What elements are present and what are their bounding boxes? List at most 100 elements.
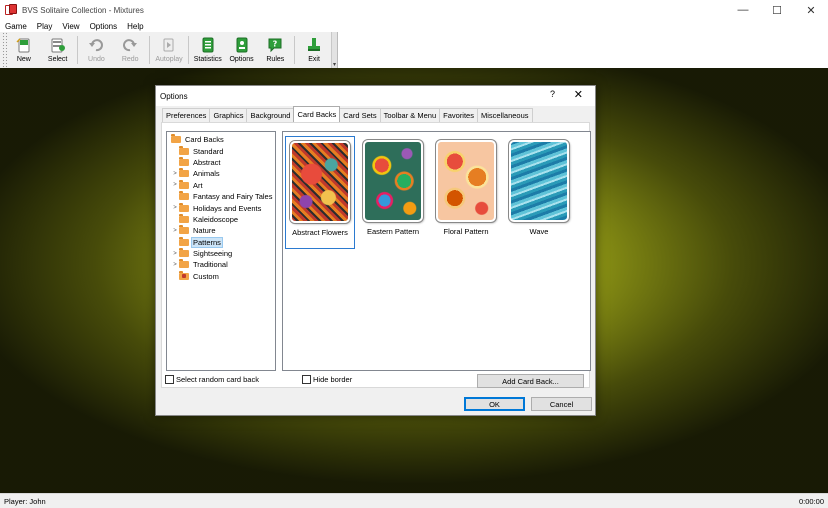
expand-arrow-icon[interactable]: > xyxy=(171,251,179,257)
tree-item[interactable]: > Art xyxy=(167,179,275,191)
tree-item[interactable]: > Nature xyxy=(167,225,275,236)
redo-button[interactable]: Redo xyxy=(113,32,147,68)
card-back-image xyxy=(509,140,569,222)
autoplay-label: Autoplay xyxy=(155,56,183,63)
undo-icon xyxy=(88,37,104,53)
tree-item-label: Fantasy and Fairy Tales xyxy=(193,192,273,202)
tree-item[interactable]: Standard xyxy=(167,145,275,156)
folder-icon xyxy=(179,202,189,212)
folder-icon xyxy=(179,145,189,155)
folder-icon xyxy=(179,213,189,223)
menu-options[interactable]: Options xyxy=(85,22,123,31)
rules-button[interactable]: ? Rules xyxy=(258,32,292,68)
card-back-option[interactable]: Eastern Pattern xyxy=(358,136,428,249)
autoplay-icon xyxy=(161,37,177,53)
toolbar: New Select Undo Redo Autoplay Statistics xyxy=(0,32,338,68)
tree-item-label: Custom xyxy=(193,271,219,281)
cancel-button[interactable]: Cancel xyxy=(531,397,592,411)
card-backs-page: Card Backs Standard Abstract > Animals > Art Fa… xyxy=(161,122,591,388)
card-back-option[interactable]: Wave xyxy=(504,136,574,249)
dialog-title: Options xyxy=(160,91,188,101)
add-card-back-button[interactable]: Add Card Back... xyxy=(477,374,584,388)
options-tabs: Preferences Graphics Background Card Bac… xyxy=(162,106,533,122)
rules-help-icon: ? xyxy=(267,37,283,53)
minimize-button[interactable]: — xyxy=(726,0,760,20)
folder-icon xyxy=(179,179,189,189)
tab-graphics[interactable]: Graphics xyxy=(209,108,248,122)
statistics-button[interactable]: Statistics xyxy=(191,32,225,68)
folder-icon xyxy=(179,270,189,280)
card-back-option[interactable]: Abstract Flowers xyxy=(285,136,355,249)
toolbar-overflow-chevron[interactable]: ▾ xyxy=(331,32,337,68)
random-card-back-option[interactable]: Select random card back xyxy=(165,375,259,384)
title-bar: BVS Solitaire Collection - Mixtures — ☐ … xyxy=(0,0,828,20)
undo-button[interactable]: Undo xyxy=(80,32,114,68)
maximize-button[interactable]: ☐ xyxy=(760,0,794,20)
new-game-icon xyxy=(16,37,32,53)
dialog-help-button[interactable]: ? xyxy=(550,89,555,99)
hide-border-label: Hide border xyxy=(313,375,353,384)
tree-item[interactable]: Card Backs xyxy=(167,134,275,145)
exit-button[interactable]: Exit xyxy=(297,32,331,68)
tree-item[interactable]: > Sightseeing xyxy=(167,248,275,259)
select-button[interactable]: Select xyxy=(41,32,75,68)
folder-icon xyxy=(179,191,189,201)
options-button[interactable]: Options xyxy=(225,32,259,68)
tab-miscellaneous[interactable]: Miscellaneous xyxy=(476,108,533,122)
exit-icon xyxy=(306,37,322,53)
new-button[interactable]: New xyxy=(7,32,41,68)
tab-favorites[interactable]: Favorites xyxy=(439,108,478,122)
new-label: New xyxy=(16,56,31,63)
tree-item-label: Animals xyxy=(193,169,220,179)
expand-arrow-icon[interactable]: > xyxy=(171,171,179,177)
tab-card-backs[interactable]: Card Backs xyxy=(293,106,341,122)
statistics-icon xyxy=(200,37,216,53)
tree-item[interactable]: Abstract xyxy=(167,156,275,168)
menu-bar: Game Play View Options Help xyxy=(0,20,828,32)
game-timer: 0:00:00 xyxy=(798,496,824,506)
tree-item[interactable]: Fantasy and Fairy Tales xyxy=(167,191,275,202)
toolbar-empty-area xyxy=(339,32,828,68)
tree-item[interactable]: > Traditional xyxy=(167,259,275,270)
expand-arrow-icon[interactable]: > xyxy=(171,205,179,211)
tree-item[interactable]: Kaleidoscope xyxy=(167,213,275,225)
category-tree[interactable]: Card Backs Standard Abstract > Animals > Art Fa… xyxy=(166,131,276,371)
player-status: Player: John xyxy=(4,496,46,506)
tree-item[interactable]: > Animals xyxy=(167,168,275,179)
ok-button[interactable]: OK xyxy=(464,397,525,411)
tab-toolbar-menu[interactable]: Toolbar & Menu xyxy=(379,108,441,122)
close-button[interactable]: ✕ xyxy=(794,0,828,20)
tree-item[interactable]: Patterns xyxy=(167,236,275,248)
folder-icon xyxy=(179,236,189,246)
card-back-image xyxy=(436,140,496,222)
expand-arrow-icon[interactable]: > xyxy=(171,182,179,188)
menu-play[interactable]: Play xyxy=(32,22,58,31)
dialog-close-button[interactable]: ✕ xyxy=(574,88,583,101)
status-bar: Player: John 0:00:00 xyxy=(0,493,828,508)
hide-border-option[interactable]: Hide border xyxy=(302,375,352,384)
redo-label: Redo xyxy=(121,56,139,63)
app-cards-icon xyxy=(5,4,17,16)
tree-item[interactable]: Custom xyxy=(167,270,275,282)
tree-item-label: Sightseeing xyxy=(193,249,233,259)
autoplay-button[interactable]: Autoplay xyxy=(152,32,186,68)
tab-preferences[interactable]: Preferences xyxy=(162,108,211,122)
menu-view[interactable]: View xyxy=(57,22,84,31)
random-card-back-checkbox[interactable] xyxy=(165,375,174,384)
hide-border-checkbox[interactable] xyxy=(302,375,311,384)
card-back-option[interactable]: Floral Pattern xyxy=(431,136,501,249)
card-back-label: Abstract Flowers xyxy=(292,228,348,237)
expand-arrow-icon[interactable]: > xyxy=(171,228,179,234)
menu-game[interactable]: Game xyxy=(0,22,32,31)
menu-help[interactable]: Help xyxy=(122,22,148,31)
tab-background[interactable]: Background xyxy=(246,108,295,122)
folder-icon xyxy=(179,248,189,258)
tab-card-sets[interactable]: Card Sets xyxy=(339,108,381,122)
tree-item-label: Holidays and Events xyxy=(193,203,262,213)
card-back-label: Wave xyxy=(529,227,549,236)
toolbar-separator xyxy=(294,36,296,64)
options-icon xyxy=(234,37,250,53)
tree-item[interactable]: > Holidays and Events xyxy=(167,202,275,213)
options-label: Options xyxy=(229,56,254,63)
expand-arrow-icon[interactable]: > xyxy=(171,262,179,268)
